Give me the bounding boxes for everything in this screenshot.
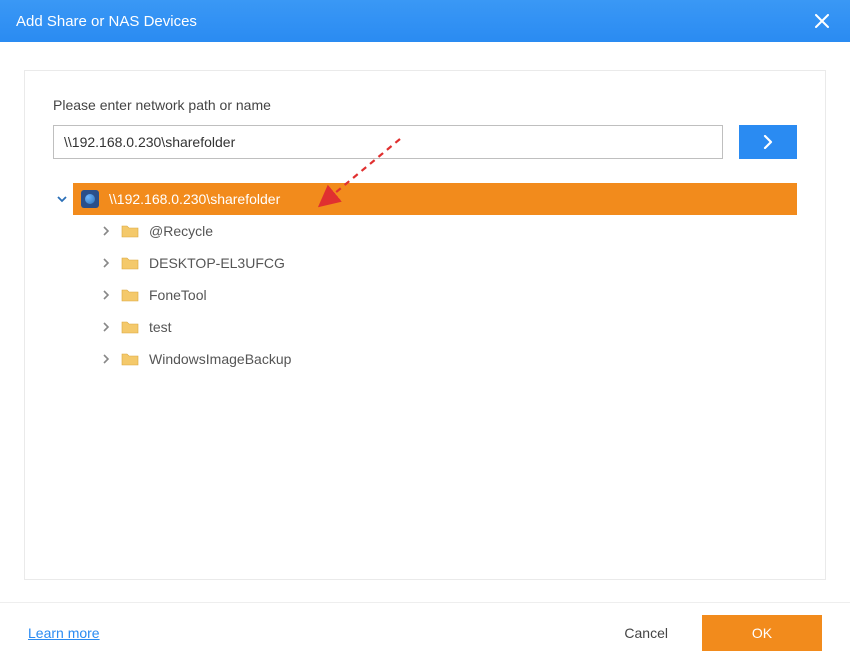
tree-item-label: WindowsImageBackup xyxy=(149,351,291,367)
folder-tree: \\192.168.0.230\sharefolder @Recycle xyxy=(53,183,797,375)
tree-item-label: test xyxy=(149,319,172,335)
tree-item-label: @Recycle xyxy=(149,223,213,239)
chevron-right-icon[interactable] xyxy=(97,286,115,304)
folder-icon xyxy=(121,286,139,304)
go-button[interactable] xyxy=(739,125,797,159)
folder-icon xyxy=(121,222,139,240)
tree-root[interactable]: \\192.168.0.230\sharefolder xyxy=(73,183,797,215)
add-share-nas-dialog: Add Share or NAS Devices Please enter ne… xyxy=(0,0,850,662)
titlebar: Add Share or NAS Devices xyxy=(0,0,850,42)
path-row xyxy=(53,125,797,159)
chevron-right-icon[interactable] xyxy=(97,222,115,240)
tree-item-label: FoneTool xyxy=(149,287,207,303)
folder-icon xyxy=(121,318,139,336)
cancel-button[interactable]: Cancel xyxy=(608,617,684,649)
prompt-label: Please enter network path or name xyxy=(53,97,797,113)
network-share-icon xyxy=(81,190,99,208)
learn-more-link[interactable]: Learn more xyxy=(28,625,100,641)
tree-item-label: DESKTOP-EL3UFCG xyxy=(149,255,285,271)
content-area: Please enter network path or name \\192.… xyxy=(0,42,850,602)
network-path-input[interactable] xyxy=(53,125,723,159)
chevron-right-icon[interactable] xyxy=(97,350,115,368)
chevron-right-icon xyxy=(763,135,773,149)
chevron-right-icon[interactable] xyxy=(97,254,115,272)
chevron-down-icon[interactable] xyxy=(53,190,71,208)
tree-item[interactable]: test xyxy=(93,311,797,343)
folder-icon xyxy=(121,254,139,272)
footer: Learn more Cancel OK xyxy=(0,602,850,662)
tree-item[interactable]: @Recycle xyxy=(93,215,797,247)
ok-button[interactable]: OK xyxy=(702,615,822,651)
tree-item[interactable]: DESKTOP-EL3UFCG xyxy=(93,247,797,279)
close-icon xyxy=(815,14,829,28)
tree-root-label: \\192.168.0.230\sharefolder xyxy=(109,191,280,207)
dialog-title: Add Share or NAS Devices xyxy=(16,13,810,30)
tree-item[interactable]: FoneTool xyxy=(93,279,797,311)
folder-icon xyxy=(121,350,139,368)
chevron-right-icon[interactable] xyxy=(97,318,115,336)
close-button[interactable] xyxy=(810,9,834,33)
main-panel: Please enter network path or name \\192.… xyxy=(24,70,826,580)
tree-item[interactable]: WindowsImageBackup xyxy=(93,343,797,375)
